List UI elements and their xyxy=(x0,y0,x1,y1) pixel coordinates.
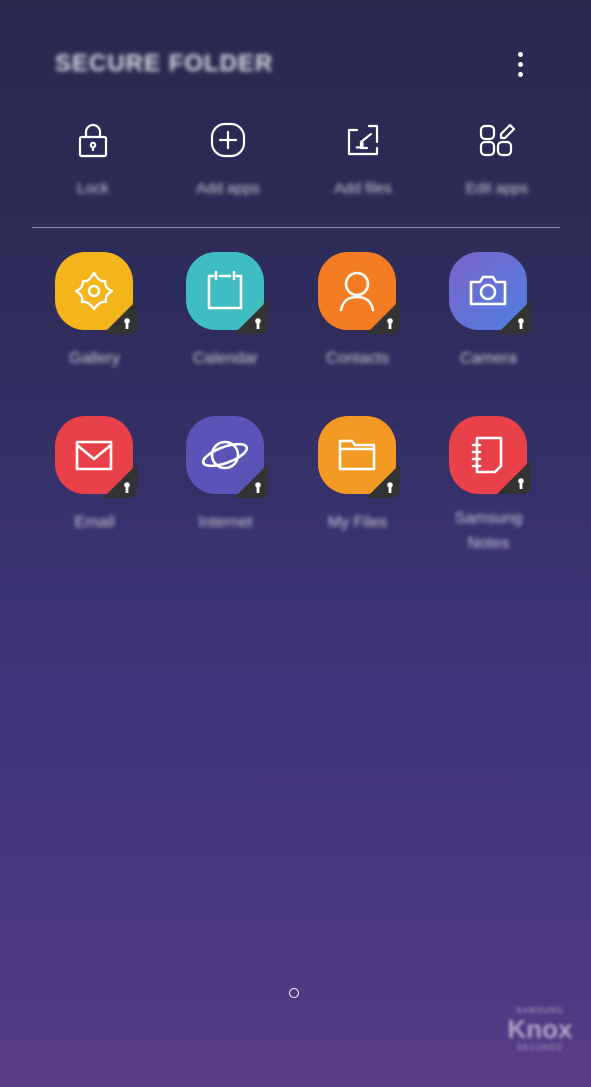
app-my-files[interactable]: My Files xyxy=(292,416,423,556)
add-files-label: Add files xyxy=(334,180,392,197)
action-bar: Lock Add apps Add files Edit apps xyxy=(0,120,591,210)
secure-lock-badge-icon xyxy=(496,300,531,334)
edit-apps-button[interactable]: Edit apps xyxy=(432,120,562,210)
app-label: Internet xyxy=(198,514,253,531)
secure-lock-badge-icon xyxy=(365,300,400,334)
knox-logo: SAMSUNG Knox SECURED xyxy=(500,1006,580,1068)
app-internet[interactable]: Internet xyxy=(160,416,291,556)
more-options-button[interactable] xyxy=(500,44,540,84)
app-camera[interactable]: Camera xyxy=(423,252,554,392)
page-title: SECURE FOLDER xyxy=(55,50,274,77)
app-gallery[interactable]: Gallery xyxy=(29,252,160,392)
edit-apps-icon xyxy=(479,123,516,157)
divider xyxy=(32,227,560,228)
app-label: Email xyxy=(74,514,115,531)
lock-label: Lock xyxy=(77,180,109,197)
app-label: My Files xyxy=(327,514,388,531)
secure-lock-badge-icon xyxy=(102,300,137,334)
app-label: Samsung Notes xyxy=(454,510,523,552)
app-calendar[interactable]: Calendar xyxy=(160,252,291,392)
add-files-button[interactable]: Add files xyxy=(298,120,428,210)
app-label: Camera xyxy=(460,350,517,367)
secure-lock-badge-icon xyxy=(233,300,268,334)
app-email[interactable]: Email xyxy=(29,416,160,556)
knox-logo-main: Knox xyxy=(507,1014,573,1044)
lock-icon xyxy=(78,123,108,158)
app-label: Contacts xyxy=(325,350,390,367)
add-apps-label: Add apps xyxy=(196,180,260,197)
app-label: Gallery xyxy=(69,350,120,367)
app-label: Calendar xyxy=(193,350,258,367)
app-samsung-notes[interactable]: Samsung Notes xyxy=(423,416,554,556)
secure-lock-badge-icon xyxy=(496,460,531,494)
app-contacts[interactable]: Contacts xyxy=(292,252,423,392)
page-indicator xyxy=(289,988,299,998)
more-vertical-icon xyxy=(517,51,523,57)
secure-lock-badge-icon xyxy=(365,464,400,498)
edit-apps-label: Edit apps xyxy=(465,180,529,197)
app-header: SECURE FOLDER xyxy=(0,0,591,110)
add-apps-button[interactable]: Add apps xyxy=(163,120,293,210)
add-circle-icon xyxy=(210,122,246,158)
add-files-icon xyxy=(347,124,379,156)
knox-logo-bottom: SECURED xyxy=(516,1043,564,1052)
secure-lock-badge-icon xyxy=(233,464,268,498)
secure-lock-badge-icon xyxy=(102,464,137,498)
lock-button[interactable]: Lock xyxy=(28,120,158,210)
